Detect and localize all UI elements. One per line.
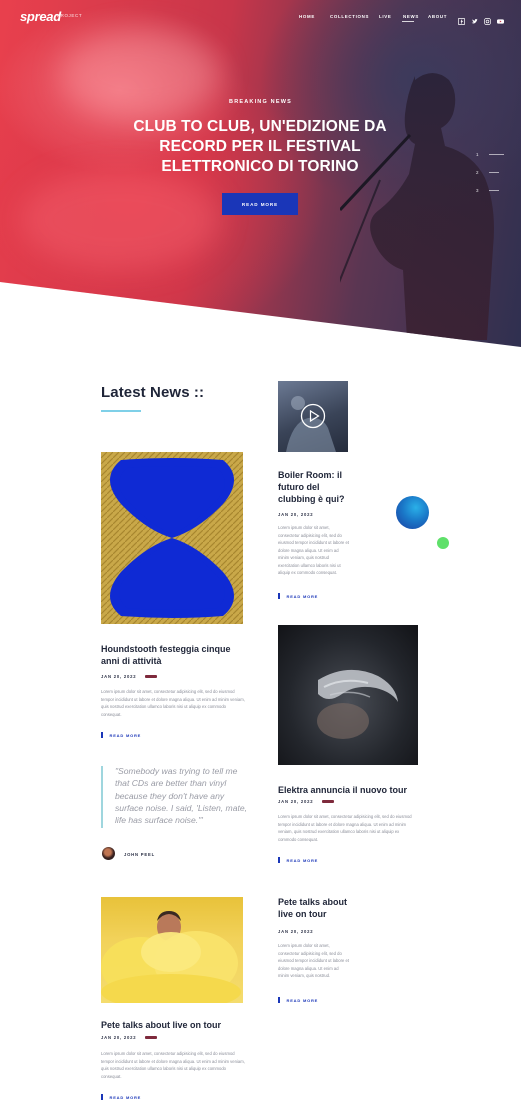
post-date-houndstooth: JAN 20, 2022 xyxy=(101,674,137,679)
post-excerpt-boiler: Lorem ipsum dolor sit amet, consectetur … xyxy=(278,525,349,575)
decorative-green-dot xyxy=(437,537,449,549)
houndstooth-image[interactable] xyxy=(101,452,243,624)
post-title-pete-img[interactable]: Pete talks about live on tour xyxy=(101,1019,251,1031)
post-date-pete-img: JAN 20, 2022 xyxy=(101,1035,137,1040)
post-title-houndstooth[interactable]: Houndstooth festeggia cinque anni di att… xyxy=(101,643,246,667)
instagram-icon[interactable] xyxy=(484,12,491,25)
nav-item-news[interactable]: NEWS xyxy=(403,14,419,19)
brand-sub: PROJECT xyxy=(57,13,83,18)
read-more-boiler[interactable]: READ MORE xyxy=(278,593,318,599)
decorative-blue-circle xyxy=(396,496,429,529)
post-date-boiler: JAN 20, 2022 xyxy=(278,512,314,517)
read-more-elektra[interactable]: READ MORE xyxy=(278,857,318,863)
quote-author: JOHN PEEL xyxy=(124,852,155,857)
category-tag[interactable] xyxy=(145,1036,157,1039)
slide-indicator[interactable]: 3 xyxy=(476,186,504,194)
play-icon[interactable] xyxy=(300,403,326,429)
facebook-icon[interactable] xyxy=(458,12,465,25)
youtube-icon[interactable] xyxy=(497,12,504,24)
smoke-overlay xyxy=(60,30,220,120)
elektra-image[interactable] xyxy=(278,625,418,765)
social-links xyxy=(458,12,504,25)
brand-logo[interactable]: spread xyxy=(20,9,61,24)
read-more-pete-text[interactable]: READ MORE xyxy=(278,997,318,1003)
smoke-overlay xyxy=(20,170,220,270)
slide-indicator[interactable]: 1 xyxy=(476,150,504,158)
pete-image[interactable] xyxy=(101,897,243,1003)
post-excerpt-pete-img: Lorem ipsum dolor sit amet, consectetur … xyxy=(101,1051,245,1079)
nav-item-collections[interactable]: COLLECTIONS xyxy=(330,14,369,19)
nav-item-about[interactable]: ABOUT xyxy=(428,14,447,19)
infinity-artwork xyxy=(101,452,243,624)
category-tag[interactable] xyxy=(145,675,157,678)
post-title-pete-text[interactable]: Pete talks about live on tour xyxy=(278,896,358,920)
hero-slide-indicators: 1 2 3 xyxy=(476,150,504,204)
twitter-icon[interactable] xyxy=(471,12,478,24)
nav-active-indicator xyxy=(402,21,414,22)
boiler-room-image[interactable] xyxy=(278,381,348,452)
read-more-pete-img[interactable]: READ MORE xyxy=(101,1094,141,1100)
hero-read-more-button[interactable]: READ MORE xyxy=(222,193,298,215)
quote-accent-bar xyxy=(101,766,103,828)
post-title-boiler[interactable]: Boiler Room: il futuro del clubbing è qu… xyxy=(278,469,358,505)
read-more-houndstooth[interactable]: READ MORE xyxy=(101,732,141,738)
nav-item-home[interactable]: HOME xyxy=(299,14,315,19)
post-title-elektra[interactable]: Elektra annuncia il nuovo tour xyxy=(278,784,428,796)
nav-item-live[interactable]: LIVE xyxy=(379,14,392,19)
elektra-photo xyxy=(317,669,398,739)
post-excerpt-pete-text: Lorem ipsum dolor sit amet, consectetur … xyxy=(278,943,349,978)
avatar xyxy=(102,847,115,860)
category-tag[interactable] xyxy=(322,800,334,803)
slide-indicator[interactable]: 2 xyxy=(476,168,504,176)
section-title: Latest News :: xyxy=(101,384,205,401)
post-excerpt-houndstooth: Lorem ipsum dolor sit amet, consectetur … xyxy=(101,689,245,717)
post-excerpt-elektra: Lorem ipsum dolor sit amet, consectetur … xyxy=(278,814,412,842)
hero-headline: CLUB TO CLUB, UN'EDIZIONE DA RECORD PER … xyxy=(133,118,387,175)
quote-text: "Somebody was trying to tell me that CDs… xyxy=(115,766,248,826)
hero-kicker: BREAKING NEWS xyxy=(229,99,292,105)
pete-photo xyxy=(101,911,241,1003)
section-underline xyxy=(101,410,141,412)
post-date-pete-text: JAN 20, 2022 xyxy=(278,929,314,934)
post-date-elektra: JAN 20, 2022 xyxy=(278,799,314,804)
